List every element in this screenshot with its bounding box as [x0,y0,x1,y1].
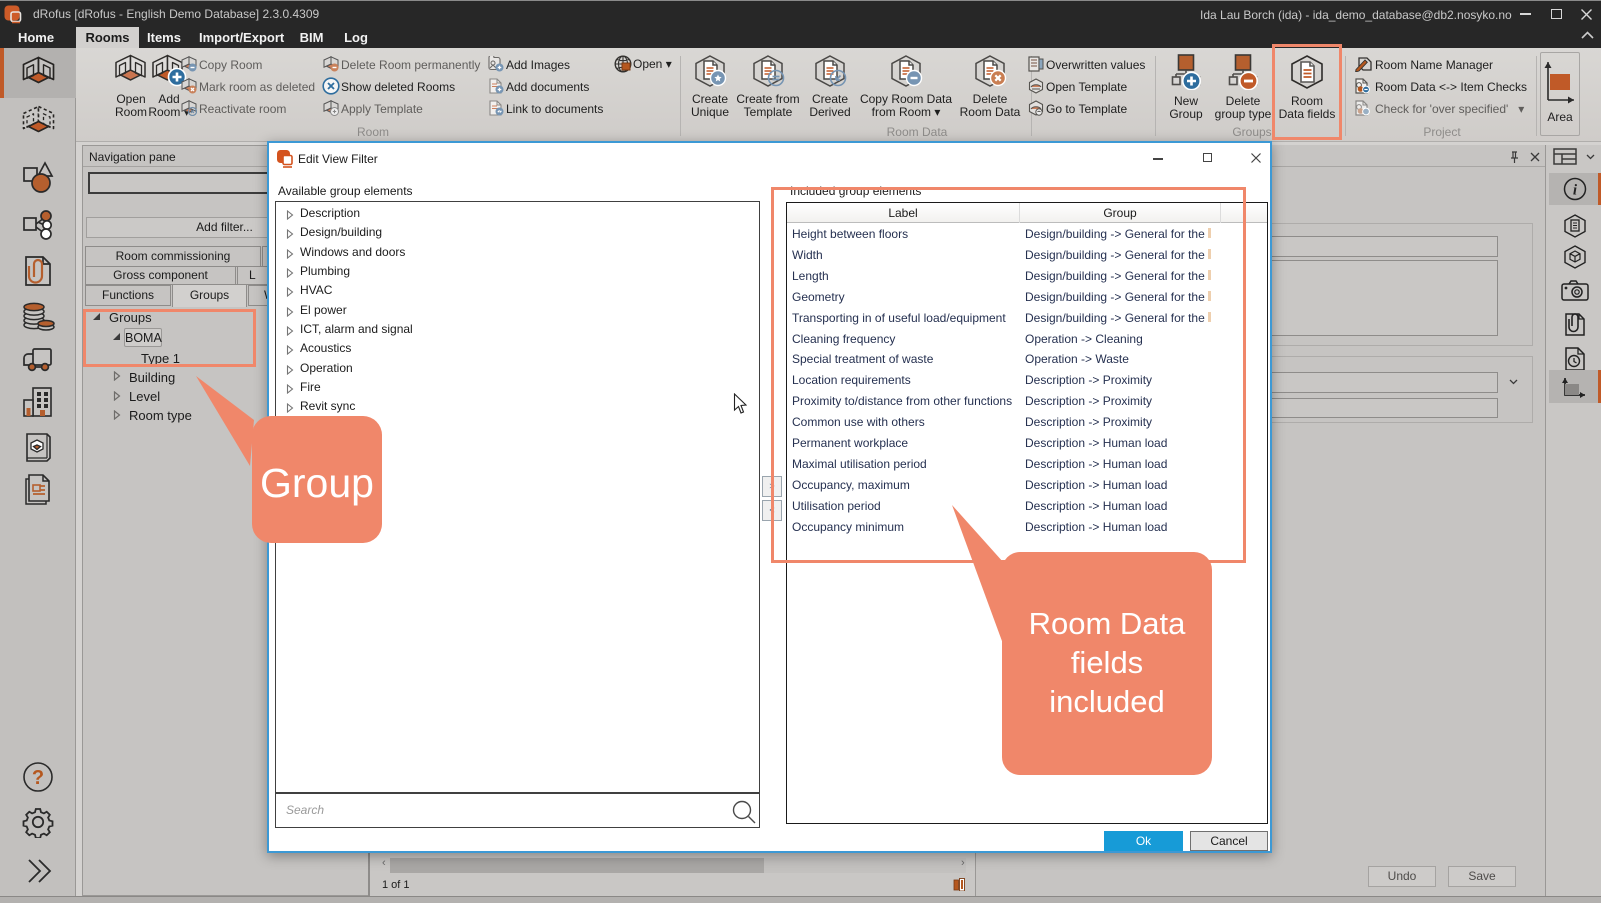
svg-text:?: ? [32,767,44,789]
svg-text:i: i [1573,183,1578,199]
